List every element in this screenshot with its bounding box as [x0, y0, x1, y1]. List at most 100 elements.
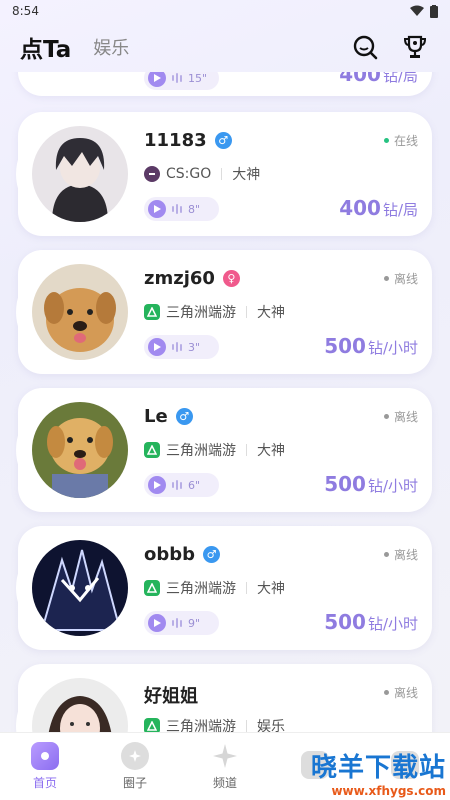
status-text: 离线 [393, 410, 418, 424]
player-card[interactable]: 11183 ♂ 在线 CS:GO 大神 8" 400 钻/局 [16, 112, 432, 236]
male-icon: ♂ [175, 408, 193, 425]
avatar[interactable] [32, 402, 128, 498]
status-time: 8:54 [12, 4, 39, 18]
tab-circle[interactable]: 圈子 [100, 742, 170, 791]
waveform-icon [172, 204, 182, 214]
offline-dot-icon [383, 690, 389, 695]
waveform-icon [172, 618, 182, 628]
game-row: CS:GO 大神 [144, 164, 260, 184]
play-icon [148, 200, 166, 218]
status-badge: 离线 [383, 408, 418, 425]
player-card[interactable]: obbb ♂ 离线 三角洲端游 大神 9" 500 钻/小时 [16, 526, 432, 650]
avatar[interactable] [32, 540, 128, 636]
rank-label: 大神 [257, 443, 285, 459]
divider [221, 168, 223, 180]
rank-label: 大神 [257, 581, 285, 597]
status-text: 离线 [393, 548, 418, 562]
divider [246, 444, 247, 456]
price-value: 500 [324, 334, 366, 358]
tab-channel[interactable]: 频道 [190, 742, 260, 791]
price-unit: 钻/小时 [367, 477, 418, 495]
player-name: Le [144, 406, 168, 427]
game-name: 三角洲端游 [166, 581, 236, 597]
price: 400 钻/局 [339, 72, 418, 86]
player-name: obbb [144, 544, 196, 565]
voice-intro-button[interactable]: 6" [144, 473, 219, 497]
avatar[interactable] [32, 126, 128, 222]
rank-label: 大神 [257, 305, 285, 321]
game-row: 三角洲端游 大神 [144, 440, 285, 460]
tab-home-label: 首页 [32, 776, 57, 790]
tab-dianta[interactable]: 点Ta [20, 30, 71, 64]
voice-duration: 9" [188, 616, 201, 630]
offline-dot-icon [383, 276, 389, 281]
price-unit: 钻/局 [382, 201, 418, 219]
csgo-icon [144, 166, 160, 182]
triangle-game-icon [144, 304, 160, 320]
header-actions [350, 32, 430, 62]
play-icon [148, 338, 166, 356]
game-row: 三角洲端游 大神 [144, 302, 285, 322]
tab-home[interactable]: 首页 [10, 742, 80, 791]
trophy-icon [403, 35, 427, 58]
game-row: 三角洲端游 大神 [144, 578, 285, 598]
triangle-game-icon [144, 580, 160, 596]
avatar[interactable] [32, 264, 128, 360]
game-name: 三角洲端游 [166, 719, 236, 732]
female-icon: ♀ [222, 270, 240, 287]
game-name: 三角洲端游 [166, 305, 236, 321]
battery-icon [430, 4, 438, 18]
player-name-row: Le ♂ [144, 406, 193, 427]
watermark-url: www.xfhygs.com [331, 784, 446, 798]
waveform-icon [172, 342, 182, 352]
status-icons [410, 4, 438, 18]
price-value: 400 [339, 196, 381, 220]
player-name: zmzj60 [144, 268, 215, 289]
status-bar: 8:54 [0, 0, 450, 22]
tab-entertainment[interactable]: 娱乐 [93, 34, 129, 60]
male-icon: ♂ [214, 132, 232, 149]
status-badge: 在线 [383, 132, 418, 149]
status-badge: 离线 [383, 270, 418, 287]
player-card[interactable]: 好姐姐 离线 三角洲端游 娱乐 [16, 664, 432, 732]
voice-intro-button[interactable]: 9" [144, 611, 219, 635]
divider [246, 582, 247, 594]
voice-duration: 8" [188, 202, 201, 216]
voice-duration: 6" [188, 478, 201, 492]
player-card[interactable]: Le ♂ 离线 三角洲端游 大神 6" 500 钻/小时 [16, 388, 432, 512]
rank-label: 娱乐 [257, 719, 285, 732]
voice-duration: 3" [188, 340, 201, 354]
watermark-title: 晓羊下载站 [310, 753, 446, 783]
search-icon [353, 35, 378, 60]
player-card[interactable]: zmzj60 ♀ 离线 三角洲端游 大神 3" 500 钻/小时 [16, 250, 432, 374]
divider [246, 720, 247, 732]
divider [246, 306, 247, 318]
player-name: 好姐姐 [144, 686, 198, 707]
male-icon: ♂ [203, 546, 221, 563]
status-badge: 离线 [383, 546, 418, 563]
price-value: 400 [339, 72, 381, 86]
sparkle-icon [211, 742, 239, 770]
price-unit: 钻/局 [382, 72, 418, 85]
voice-intro-button[interactable]: 15" [144, 72, 219, 90]
waveform-icon [172, 480, 182, 490]
wifi-icon [410, 5, 424, 16]
voice-intro-button[interactable]: 3" [144, 335, 219, 359]
waveform-icon [172, 73, 182, 83]
player-list[interactable]: 15" 400 钻/局 11183 ♂ 在线 CS:GO 大神 8" 400 钻… [0, 72, 450, 732]
trophy-button[interactable] [400, 32, 430, 62]
game-name: CS:GO [166, 166, 212, 182]
status-text: 在线 [393, 134, 418, 148]
header: 点Ta 娱乐 [0, 22, 450, 72]
price: 500 钻/小时 [324, 472, 418, 496]
circle-icon [121, 742, 149, 770]
status-text: 离线 [393, 686, 418, 700]
online-dot-icon [383, 138, 389, 143]
price: 400 钻/局 [339, 196, 418, 220]
player-name-row: 11183 ♂ [144, 130, 232, 151]
player-card-partial[interactable]: 15" 400 钻/局 [18, 72, 432, 96]
search-button[interactable] [350, 32, 380, 62]
offline-dot-icon [383, 414, 389, 419]
play-icon [148, 614, 166, 632]
voice-intro-button[interactable]: 8" [144, 197, 219, 221]
